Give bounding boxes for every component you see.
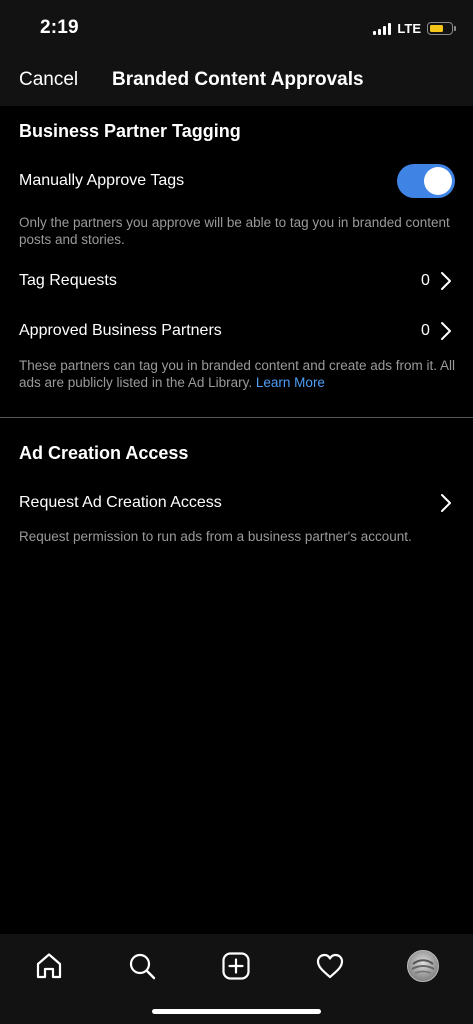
manually-approve-tags-label: Manually Approve Tags — [19, 172, 185, 189]
tab-search[interactable] — [120, 944, 164, 988]
home-indicator — [152, 1009, 321, 1014]
status-time: 2:19 — [40, 17, 79, 38]
request-ad-creation-description: Request permission to run ads from a bus… — [19, 529, 412, 544]
learn-more-link[interactable]: Learn More — [256, 375, 325, 390]
tab-new-post[interactable] — [214, 944, 258, 988]
cancel-button[interactable]: Cancel — [19, 69, 78, 91]
manually-approve-description: Only the partners you approve will be ab… — [19, 215, 450, 247]
tab-activity[interactable] — [308, 944, 352, 988]
network-type: LTE — [397, 21, 421, 36]
partners-description: These partners can tag you in branded co… — [19, 357, 459, 391]
chevron-right-icon — [441, 272, 451, 290]
page-title: Branded Content Approvals — [112, 69, 364, 90]
manually-approve-tags-toggle[interactable] — [397, 164, 455, 198]
screen: 2:19 LTE Cancel Branded Content Approval… — [0, 0, 473, 1024]
request-ad-creation-access-label: Request Ad Creation Access — [19, 494, 222, 511]
section-title-ad-creation-access: Ad Creation Access — [19, 443, 189, 463]
section-title-business-partner-tagging: Business Partner Tagging — [19, 121, 241, 141]
activity-heart-icon — [316, 953, 344, 979]
profile-avatar — [407, 950, 439, 982]
approved-business-partners-label: Approved Business Partners — [19, 322, 222, 339]
status-indicators: LTE — [373, 21, 456, 36]
tab-profile[interactable] — [401, 944, 445, 988]
approved-business-partners-count: 0 — [421, 322, 430, 339]
tag-requests-count: 0 — [421, 272, 430, 289]
status-bar: 2:19 LTE — [0, 0, 473, 56]
chevron-right-icon — [441, 494, 451, 512]
new-post-icon — [222, 952, 250, 980]
tab-home[interactable] — [27, 944, 71, 988]
home-icon — [36, 953, 62, 979]
section-divider — [0, 417, 473, 418]
toggle-knob — [424, 167, 452, 195]
signal-icon — [373, 22, 392, 35]
avatar-image — [411, 958, 434, 974]
battery-icon — [427, 22, 456, 35]
nav-bar: Cancel Branded Content Approvals — [0, 56, 473, 106]
battery-fill — [429, 24, 443, 32]
chevron-right-icon — [441, 322, 451, 340]
tag-requests-label: Tag Requests — [19, 272, 117, 289]
partners-description-text: These partners can tag you in branded co… — [19, 358, 456, 390]
search-icon — [129, 953, 156, 980]
